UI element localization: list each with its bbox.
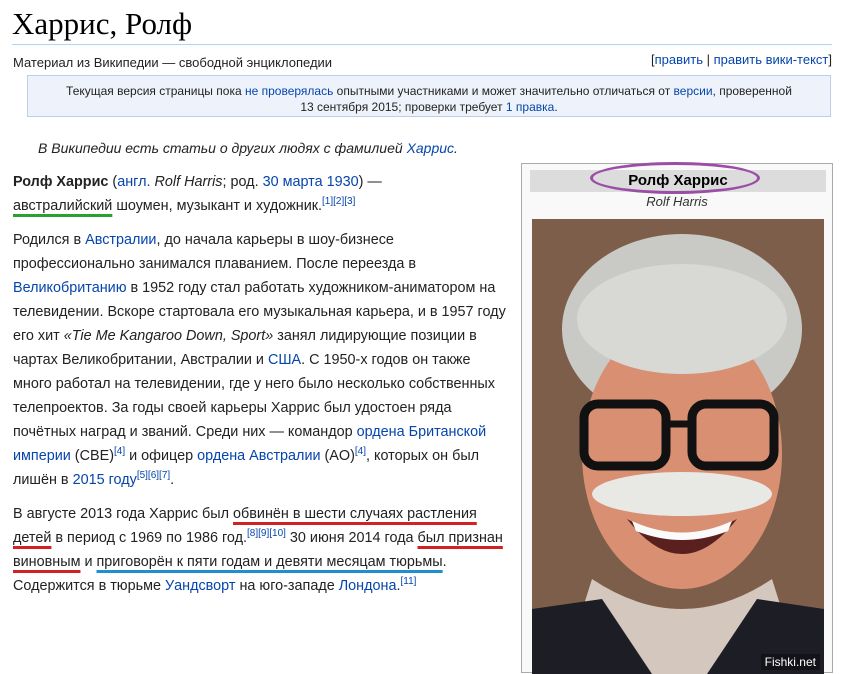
ref-link[interactable]: [1][2][3] [322, 196, 355, 207]
ref-link[interactable]: [11] [400, 576, 416, 587]
portrait-photo[interactable]: Fishki.net [532, 219, 824, 674]
nationality-underlined: австралийский [13, 198, 113, 214]
notice-link-edits[interactable]: 1 правка [506, 100, 554, 114]
original-name: Rolf Harris [154, 174, 223, 190]
title-divider [12, 44, 832, 45]
notice-text: , проверенной [712, 84, 792, 98]
edit-wikitext-link[interactable]: править вики-текст [714, 52, 829, 67]
ref-link[interactable]: [5][6][7] [137, 470, 170, 481]
notice-link-version[interactable]: версии [674, 84, 713, 98]
notice-text: . [554, 100, 558, 114]
text: 30 июня 2014 года [285, 530, 418, 546]
link-wandsworth[interactable]: Уандсворт [165, 578, 235, 594]
text: (CBE) [70, 448, 114, 464]
sentence-underlined: приговорён к пяти годам и девяти месяцам… [96, 554, 443, 570]
subject-name: Ролф Харрис [13, 174, 109, 190]
ref-link[interactable]: [8][9][10] [247, 528, 286, 539]
song-title: «Tie Me Kangaroo Down, Sport» [63, 328, 274, 344]
text: Родился в [13, 232, 86, 248]
notice-link-unreviewed[interactable]: не проверялась [245, 84, 333, 98]
link-uk[interactable]: Великобританию [13, 280, 127, 296]
infobox-native-name: Rolf Harris [646, 194, 708, 209]
hatnote-text: В Википедии есть статьи о других людях с… [38, 140, 407, 156]
watermark: Fishki.net [760, 654, 820, 670]
notice-text: 13 сентября 2015; проверки требует [300, 100, 506, 114]
page-title: Харрис, Ролф [12, 6, 193, 41]
edit-separator: | [702, 52, 714, 67]
portrait-illustration [532, 219, 824, 674]
hatnote: В Википедии есть статьи о других людях с… [38, 140, 458, 156]
notice-text: опытными участниками и может значительно… [333, 84, 674, 98]
text: ( [108, 174, 118, 190]
text: шоумен, музыкант и художник. [112, 198, 323, 214]
notice-text: Текущая версия страницы пока [66, 84, 245, 98]
link-order-australia[interactable]: ордена Австралии [197, 448, 320, 464]
text: ) — [358, 174, 382, 190]
ref-link[interactable]: [4] [355, 446, 366, 457]
text: (AO) [320, 448, 355, 464]
link-2015[interactable]: 2015 году [73, 472, 137, 488]
paragraph-conviction: В августе 2013 года Харрис был обвинён в… [13, 502, 508, 598]
text: . [170, 472, 175, 488]
text: на юго-западе [235, 578, 339, 594]
hatnote-link[interactable]: Харрис [407, 140, 454, 156]
link-australia[interactable]: Австралии [85, 232, 156, 248]
text: В августе 2013 года Харрис был [13, 506, 234, 522]
paragraph-career: Родился в Австралии, до начала карьеры в… [13, 228, 508, 492]
ref-link[interactable]: [4] [114, 446, 125, 457]
edit-link[interactable]: править [655, 52, 703, 67]
link-london[interactable]: Лондона [339, 578, 397, 594]
review-notice: Текущая версия страницы пока не проверял… [27, 75, 831, 117]
text: ; род. [222, 174, 263, 190]
infobox: Ролф Харрис Rolf Harris Fishki.net [521, 162, 833, 674]
text: и [80, 554, 97, 570]
page-subtitle: Материал из Википедии — свободной энцикл… [13, 55, 333, 70]
hatnote-end: . [454, 140, 458, 156]
edit-links: [править | править вики-текст] [651, 52, 832, 67]
edit-bracket-close: ] [828, 52, 832, 67]
lang-link[interactable]: англ. [117, 174, 150, 190]
link-usa[interactable]: США [268, 352, 301, 368]
paragraph-intro: Ролф Харрис (англ. Rolf Harris; род. 30 … [13, 170, 508, 218]
article-body: Ролф Харрис (англ. Rolf Harris; род. 30 … [13, 170, 508, 608]
birthdate-link[interactable]: 30 марта 1930 [263, 174, 359, 190]
highlight-oval [590, 162, 760, 194]
text: и офицер [125, 448, 198, 464]
text: в период с 1969 по 1986 год. [51, 530, 247, 546]
